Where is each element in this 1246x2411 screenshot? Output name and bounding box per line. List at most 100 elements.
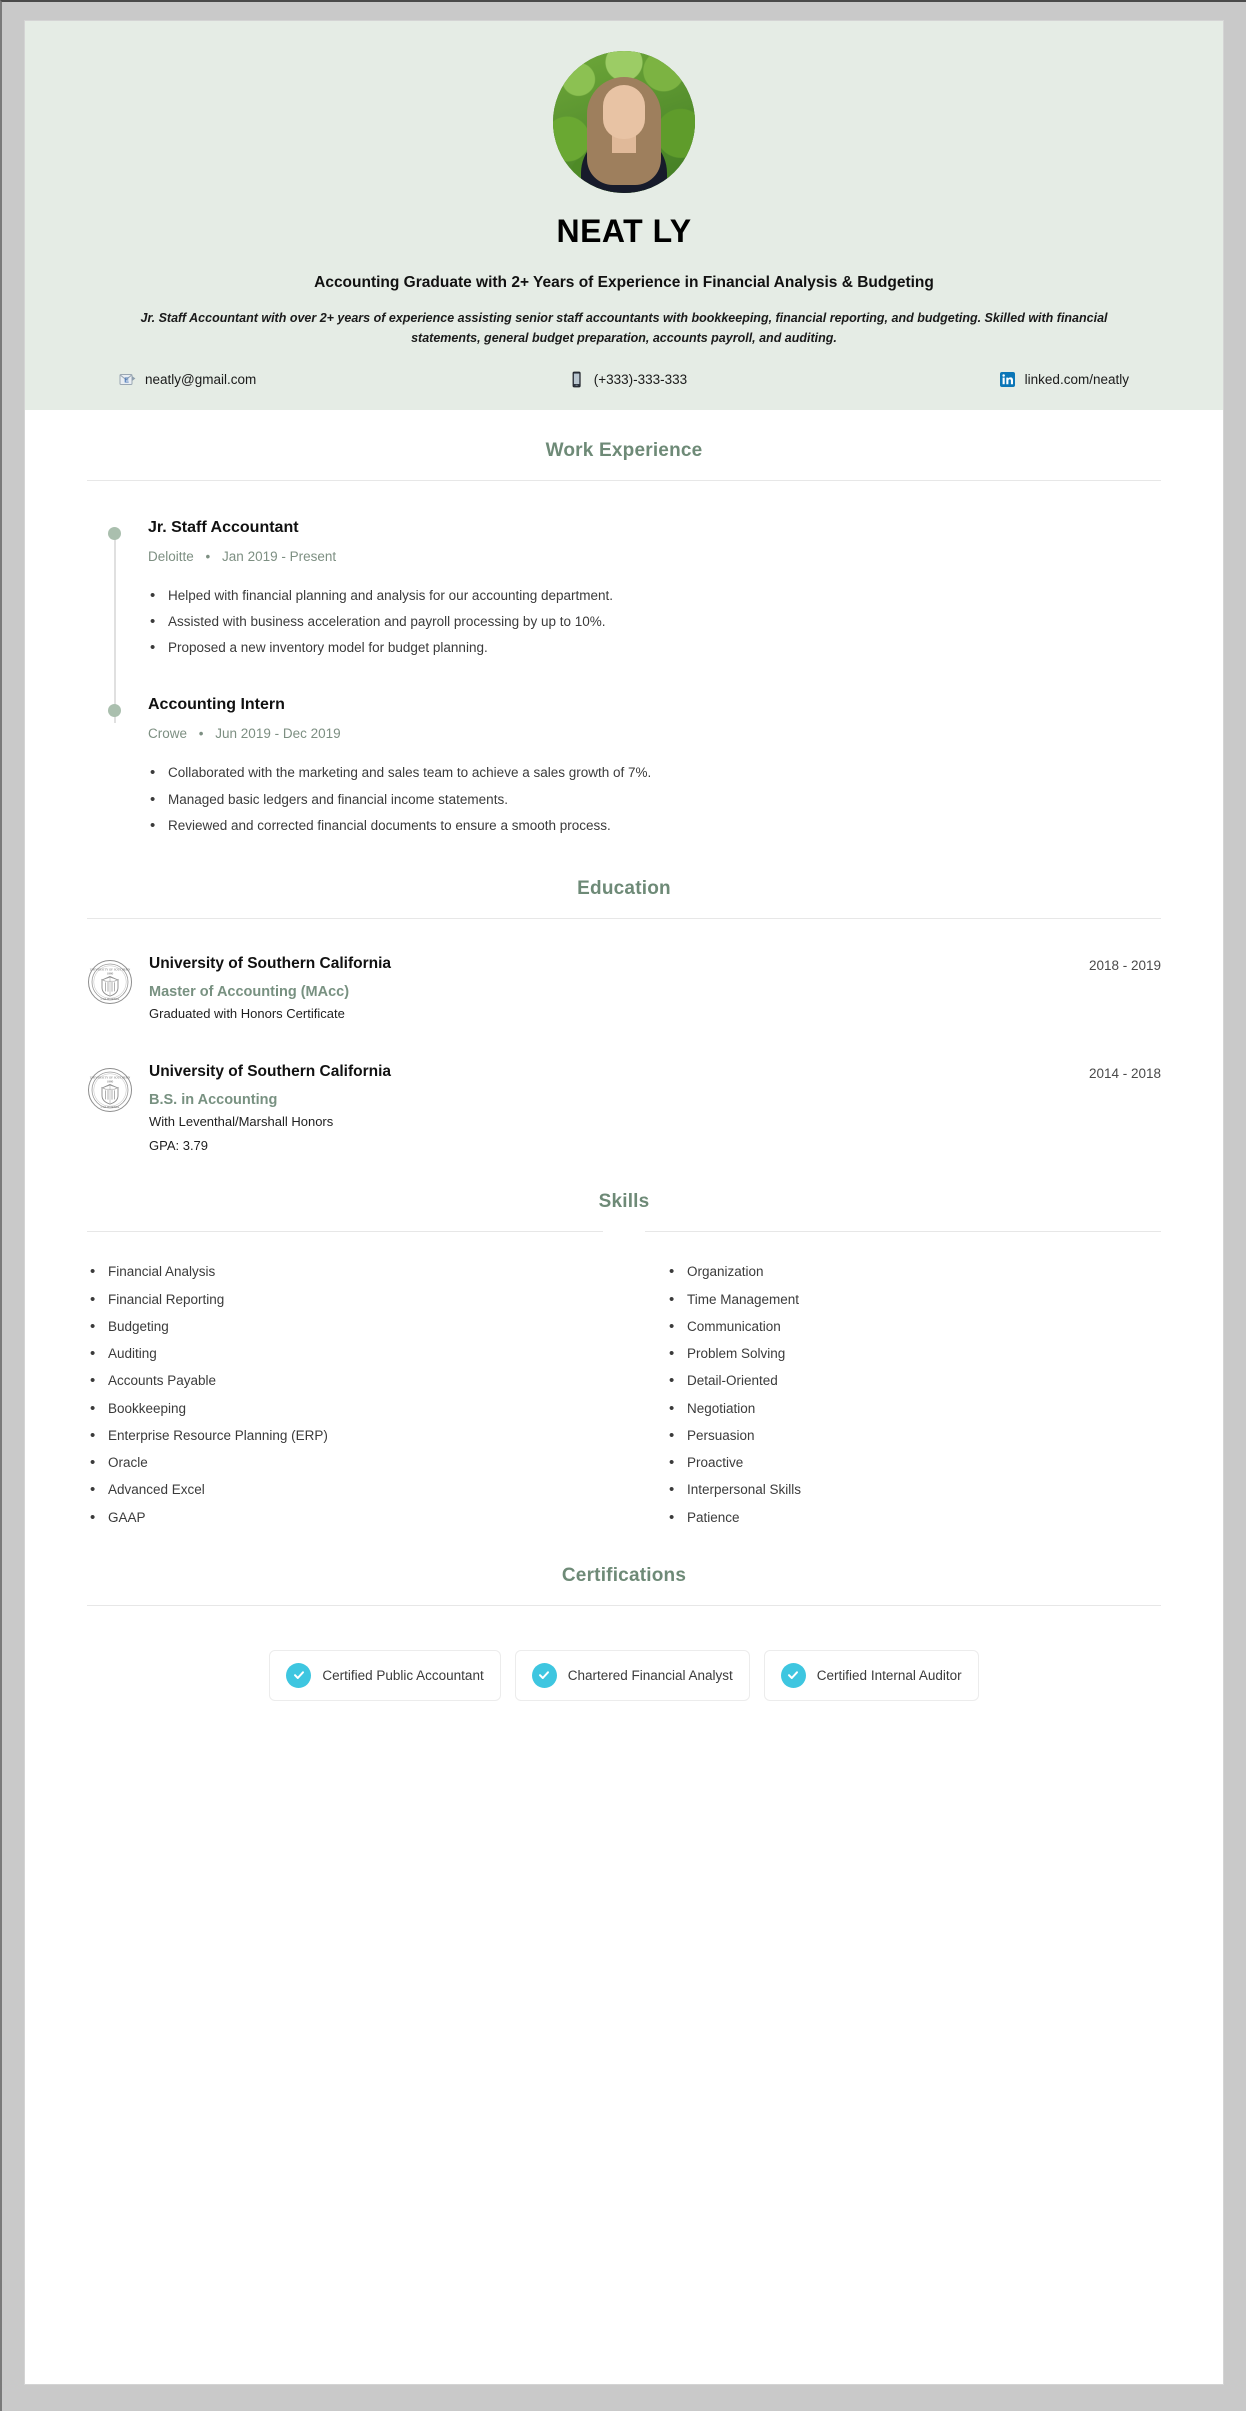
- job-dates: Jan 2019 - Present: [222, 548, 337, 564]
- contact-row: E neatly@gmail.com (+333)-333-333 linked…: [85, 371, 1163, 388]
- skill-item: Financial Reporting: [87, 1289, 582, 1312]
- job-bullet: Proposed a new inventory model for budge…: [148, 637, 1161, 660]
- avatar-face: [603, 85, 645, 139]
- section-title-skills: Skills: [598, 1191, 650, 1213]
- resume-header: NEAT LY Accounting Graduate with 2+ Year…: [25, 21, 1223, 410]
- job-bullet: Helped with financial planning and analy…: [148, 584, 1161, 607]
- headline: Accounting Graduate with 2+ Years of Exp…: [314, 274, 934, 291]
- avatar: [553, 51, 695, 193]
- skills-column-right: Organization Time Management Communicati…: [624, 1240, 1161, 1535]
- svg-text:CALIFORNIA: CALIFORNIA: [101, 1106, 121, 1110]
- skill-item: Proactive: [666, 1452, 1161, 1475]
- contact-phone[interactable]: (+333)-333-333: [568, 371, 687, 388]
- education-note: With Leventhal/Marshall Honors: [149, 1114, 334, 1130]
- job-bullets: Helped with financial planning and analy…: [148, 584, 1161, 660]
- skill-item: Bookkeeping: [87, 1398, 582, 1421]
- certification-label: Chartered Financial Analyst: [567, 1667, 733, 1683]
- certification-badge[interactable]: Chartered Financial Analyst: [514, 1649, 750, 1701]
- experience-list: Jr. Staff Accountant Deloitte • Jan 2019…: [87, 481, 1161, 849]
- timeline-dot-icon: [108, 526, 121, 540]
- certification-label: Certified Public Accountant: [322, 1667, 484, 1683]
- experience-item: Jr. Staff Accountant Deloitte • Jan 2019…: [87, 518, 1161, 660]
- section-title-education: Education: [577, 878, 671, 899]
- email-icon: E: [119, 371, 136, 388]
- education-degree: Master of Accounting (MAcc): [149, 984, 350, 1000]
- section-work-experience: Work Experience Jr. Staff Accountant Del…: [87, 410, 1161, 849]
- skill-item: Organization: [666, 1261, 1161, 1284]
- section-certifications: Certifications Certified Public Accounta…: [87, 1535, 1161, 1731]
- education-note: GPA: 3.79: [149, 1137, 209, 1153]
- education-note: Graduated with Honors Certificate: [149, 1006, 345, 1021]
- svg-text:1880: 1880: [107, 1080, 114, 1084]
- avatar-wrapper: [85, 51, 1163, 193]
- contact-phone-value: (+333)-333-333: [593, 371, 688, 387]
- section-title-work-experience: Work Experience: [545, 439, 703, 461]
- linkedin-icon: [999, 371, 1016, 388]
- certification-label: Certified Internal Auditor: [816, 1667, 962, 1683]
- contact-email[interactable]: E neatly@gmail.com: [119, 371, 256, 388]
- phone-icon: [568, 371, 585, 388]
- professional-summary: Jr. Staff Accountant with over 2+ years …: [140, 311, 1108, 346]
- resume-page: NEAT LY Accounting Graduate with 2+ Year…: [24, 20, 1224, 2385]
- education-item: UNIVERSITY OF SOUTHERN CALIFORNIA 1880 U…: [87, 1063, 1161, 1155]
- certifications-list: Certified Public Accountant Chartered Fi…: [87, 1606, 1161, 1731]
- skill-list: Organization Time Management Communicati…: [666, 1261, 1161, 1529]
- skill-item: Interpersonal Skills: [666, 1479, 1161, 1502]
- education-details: University of Southern California Master…: [133, 955, 1089, 1023]
- education-degree: B.S. in Accounting: [149, 1092, 278, 1109]
- check-circle-icon: [531, 1662, 557, 1688]
- contact-email-value: neatly@gmail.com: [145, 371, 257, 387]
- contact-linkedin-value: linked.com/neatly: [1024, 371, 1129, 387]
- job-company: Crowe: [148, 726, 188, 742]
- skill-list: Financial Analysis Financial Reporting B…: [87, 1261, 582, 1530]
- skill-item: GAAP: [87, 1507, 582, 1530]
- education-item: UNIVERSITY OF SOUTHERN CALIFORNIA 1880 U…: [87, 955, 1161, 1023]
- job-meta: Crowe • Jun 2019 - Dec 2019: [148, 726, 1161, 741]
- job-dates: Jun 2019 - Dec 2019: [215, 726, 341, 742]
- job-bullet: Managed basic ledgers and financial inco…: [148, 788, 1161, 811]
- check-circle-icon: [286, 1662, 312, 1688]
- education-dates: 2018 - 2019: [1088, 958, 1161, 973]
- skill-item: Accounts Payable: [87, 1370, 582, 1393]
- check-circle-icon: [780, 1662, 806, 1688]
- education-dates: 2014 - 2018: [1088, 1066, 1161, 1082]
- job-title: Jr. Staff Accountant: [148, 518, 299, 536]
- skill-item: Persuasion: [666, 1425, 1161, 1448]
- section-skills: Skills Financial Analysis Financial Repo…: [87, 1161, 1161, 1535]
- job-title: Accounting Intern: [148, 696, 285, 714]
- svg-text:E: E: [124, 377, 129, 384]
- skill-item: Oracle: [87, 1452, 582, 1475]
- svg-text:CALIFORNIA: CALIFORNIA: [101, 997, 121, 1001]
- experience-item: Accounting Intern Crowe • Jun 2019 - Dec…: [87, 696, 1161, 838]
- education-list: UNIVERSITY OF SOUTHERN CALIFORNIA 1880 U…: [87, 919, 1161, 1161]
- job-meta-separator: •: [205, 548, 211, 564]
- skills-column-left: Financial Analysis Financial Reporting B…: [87, 1240, 624, 1535]
- job-meta-separator: •: [198, 726, 204, 742]
- skills-columns: Financial Analysis Financial Reporting B…: [87, 1232, 1161, 1535]
- skill-item: Enterprise Resource Planning (ERP): [87, 1425, 582, 1448]
- timeline-dot-icon: [108, 704, 121, 718]
- candidate-name: NEAT LY: [556, 213, 692, 249]
- resume-body: Work Experience Jr. Staff Accountant Del…: [25, 410, 1223, 2385]
- skill-item: Budgeting: [87, 1316, 582, 1339]
- certification-badge[interactable]: Certified Public Accountant: [269, 1649, 501, 1701]
- skill-item: Time Management: [666, 1289, 1161, 1312]
- svg-text:1880: 1880: [107, 972, 114, 976]
- certification-badge[interactable]: Certified Internal Auditor: [763, 1649, 979, 1701]
- usc-seal-icon: UNIVERSITY OF SOUTHERN CALIFORNIA 1880: [87, 959, 133, 1005]
- skill-item: Communication: [666, 1316, 1161, 1339]
- education-details: University of Southern California B.S. i…: [133, 1063, 1089, 1155]
- usc-seal-icon: UNIVERSITY OF SOUTHERN CALIFORNIA 1880: [87, 1067, 133, 1113]
- job-bullet: Collaborated with the marketing and sale…: [148, 762, 1161, 785]
- job-company: Deloitte: [148, 548, 194, 564]
- job-bullets: Collaborated with the marketing and sale…: [148, 762, 1161, 838]
- skill-item: Financial Analysis: [87, 1261, 582, 1284]
- section-title-certifications: Certifications: [561, 1564, 687, 1586]
- skill-item: Negotiation: [666, 1398, 1161, 1421]
- job-bullet: Assisted with business acceleration and …: [148, 611, 1161, 634]
- job-bullet: Reviewed and corrected financial documen…: [148, 815, 1161, 838]
- skill-item: Advanced Excel: [87, 1479, 582, 1502]
- skill-item: Detail-Oriented: [666, 1370, 1161, 1393]
- contact-linkedin[interactable]: linked.com/neatly: [999, 371, 1129, 388]
- skill-item: Problem Solving: [666, 1343, 1161, 1366]
